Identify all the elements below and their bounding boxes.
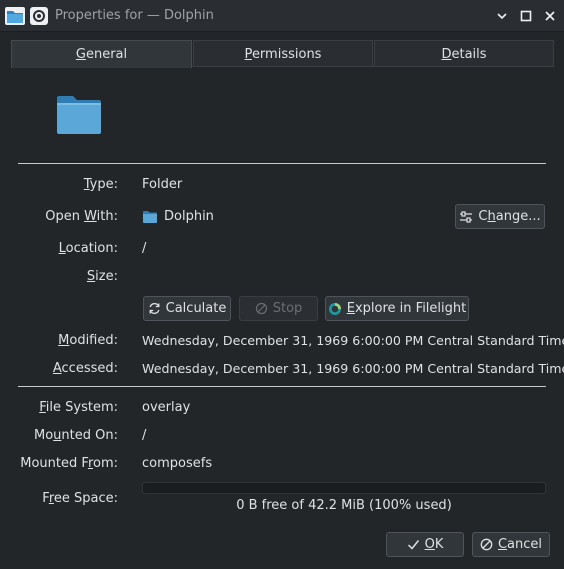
size-label: Size: bbox=[86, 269, 118, 284]
location-value: / bbox=[142, 241, 147, 256]
folder-icon[interactable] bbox=[56, 94, 102, 136]
checkmark-icon bbox=[407, 540, 419, 550]
tab-details[interactable]: Details bbox=[374, 40, 554, 67]
tab-general[interactable]: General bbox=[11, 40, 192, 68]
free-space-bar bbox=[142, 482, 546, 494]
close-button[interactable] bbox=[540, 6, 560, 26]
separator bbox=[18, 163, 546, 164]
tab-permissions-label: Permissions bbox=[244, 46, 322, 62]
maximize-icon bbox=[520, 10, 532, 22]
location-label: Location: bbox=[58, 241, 118, 256]
open-with-app: Dolphin bbox=[164, 209, 214, 224]
tab-divider bbox=[192, 66, 554, 67]
explore-filelight-label: Explore in Filelight bbox=[346, 301, 467, 316]
stop-button-label: Stop bbox=[272, 301, 303, 316]
refresh-icon bbox=[149, 303, 160, 314]
open-with-label: Open With: bbox=[45, 209, 118, 224]
modified-label: Modified: bbox=[58, 333, 118, 348]
dolphin-app-icon[interactable] bbox=[4, 5, 26, 27]
tab-general-label: General bbox=[75, 47, 128, 62]
free-space-label: Free Space: bbox=[42, 491, 118, 506]
window-title: Properties for — Dolphin bbox=[55, 8, 214, 23]
change-button[interactable]: Change... bbox=[455, 204, 545, 229]
minimize-icon bbox=[497, 13, 507, 20]
modified-value: Wednesday, December 31, 1969 6:00:00 PM … bbox=[142, 333, 564, 348]
title-bar: Properties for — Dolphin bbox=[0, 0, 564, 32]
minimize-button[interactable] bbox=[492, 6, 512, 26]
mounted-on-value: / bbox=[142, 428, 147, 443]
mounted-from-label: Mounted From: bbox=[20, 456, 118, 471]
cancel-button[interactable]: Cancel bbox=[472, 532, 550, 557]
open-with-value: Dolphin bbox=[142, 209, 214, 224]
cancel-icon bbox=[480, 538, 493, 551]
change-button-label: Change... bbox=[478, 209, 541, 224]
tab-bar: General Permissions Details bbox=[11, 40, 554, 68]
maximize-button[interactable] bbox=[516, 6, 536, 26]
calculate-button[interactable]: Calculate bbox=[143, 296, 231, 321]
type-value: Folder bbox=[142, 177, 183, 192]
separator bbox=[18, 386, 546, 387]
mounted-from-value: composefs bbox=[142, 456, 213, 471]
free-space-bar-fill bbox=[143, 483, 545, 493]
tab-details-label: Details bbox=[441, 46, 487, 62]
tab-permissions[interactable]: Permissions bbox=[193, 40, 373, 67]
accessed-value: Wednesday, December 31, 1969 6:00:00 PM … bbox=[142, 361, 564, 376]
free-space-text: 0 B free of 42.2 MiB (100% used) bbox=[236, 498, 452, 513]
mounted-on-label: Mounted On: bbox=[34, 428, 118, 443]
calculate-button-label: Calculate bbox=[165, 301, 227, 316]
dolphin-icon bbox=[143, 210, 157, 223]
file-system-value: overlay bbox=[142, 400, 191, 415]
close-icon bbox=[545, 11, 555, 21]
filelight-icon bbox=[328, 302, 341, 315]
configure-icon bbox=[460, 210, 473, 223]
stop-icon bbox=[255, 302, 267, 315]
cancel-button-label: Cancel bbox=[497, 537, 543, 552]
stop-button[interactable]: Stop bbox=[239, 296, 318, 321]
type-label: Type: bbox=[83, 177, 118, 192]
explore-filelight-button[interactable]: Explore in Filelight bbox=[325, 296, 469, 321]
accessed-label: Accessed: bbox=[52, 361, 118, 376]
file-system-label: File System: bbox=[39, 400, 118, 415]
ok-button-label: OK bbox=[424, 537, 444, 552]
ok-button[interactable]: OK bbox=[386, 532, 464, 557]
keep-above-icon[interactable] bbox=[30, 7, 48, 25]
